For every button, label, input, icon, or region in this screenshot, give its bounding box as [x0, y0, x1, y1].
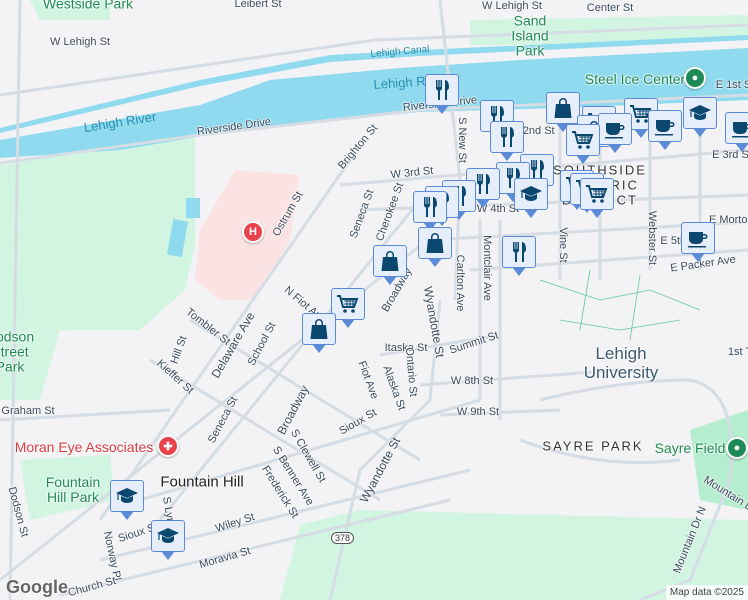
street-label: W 8th St — [450, 375, 494, 387]
street-label: W 9th St — [456, 406, 500, 418]
street-label: Webster St — [646, 210, 658, 266]
route-shield: 378 — [331, 532, 355, 544]
dot-icon: ● — [691, 72, 699, 84]
fork-knife-icon — [501, 127, 514, 147]
street-label: Carlton Ave — [454, 254, 466, 312]
street-label: 1st T — [727, 346, 748, 358]
street-label: Leibert St — [234, 0, 282, 10]
park-label: Fountain Hill Park — [45, 474, 101, 505]
dot-icon: ● — [733, 442, 741, 454]
park-label: Westside Park — [43, 0, 133, 12]
map-attribution[interactable]: Map data ©2025 — [665, 585, 748, 600]
grocery-marker[interactable] — [331, 288, 365, 328]
restaurant-marker[interactable] — [413, 191, 447, 231]
town-label: Fountain Hill — [160, 473, 244, 491]
park-area — [0, 135, 195, 335]
poi-label-lehigh-university[interactable]: Lehigh University — [576, 344, 666, 382]
poi-label-moran-eye-associates[interactable]: Moran Eye Associates — [15, 439, 154, 455]
cafe-marker[interactable] — [681, 222, 715, 262]
restaurant-marker[interactable] — [490, 121, 524, 161]
park-label: Dodson Street Park — [0, 328, 35, 375]
cafe-marker[interactable] — [648, 110, 682, 150]
coffee-cup-icon — [688, 232, 708, 248]
campus-paths — [539, 269, 701, 341]
restaurant-marker[interactable] — [502, 236, 536, 276]
school-marker[interactable] — [151, 520, 185, 560]
shopping-bag-icon — [381, 251, 399, 271]
fork-knife-icon — [436, 80, 449, 100]
poi-label-sayre-field[interactable]: Sayre Field — [655, 440, 726, 456]
street-label: E 1st St — [715, 79, 748, 91]
cafe-marker[interactable] — [598, 113, 632, 153]
shopping-cart-icon — [337, 295, 359, 313]
park-label: Sand Island Park — [511, 12, 549, 59]
grocery-marker[interactable] — [580, 178, 614, 218]
coffee-cup-icon — [655, 120, 675, 136]
shopping-bag-icon — [310, 319, 328, 339]
fork-knife-icon — [424, 197, 437, 217]
shopping-marker[interactable] — [373, 245, 407, 285]
street-label: Center St — [586, 2, 634, 14]
graduation-cap-icon — [520, 186, 542, 201]
hospital-pin[interactable]: H — [242, 221, 264, 243]
shopping-bag-icon — [554, 98, 572, 118]
street-label: Graham St — [1, 405, 55, 417]
poi-label-steel-ice-center[interactable]: Steel Ice Center — [585, 71, 685, 87]
school-marker[interactable] — [514, 178, 548, 218]
coffee-cup-icon — [732, 122, 748, 138]
place-pin-steel-ice-center[interactable]: ● — [684, 67, 706, 89]
shopping-marker[interactable] — [546, 92, 580, 132]
pond — [186, 198, 200, 218]
place-pin-sayre-field[interactable]: ● — [726, 437, 748, 459]
neighborhood-label: SAYRE PARK — [542, 438, 644, 454]
shopping-marker[interactable] — [302, 313, 336, 353]
school-marker[interactable] — [110, 480, 144, 520]
street-label: S New St — [456, 117, 468, 163]
street-label: Vine St — [557, 227, 569, 263]
shopping-cart-icon — [586, 185, 608, 203]
medical-pin[interactable]: ✚ — [157, 435, 179, 457]
shopping-marker[interactable] — [418, 227, 452, 267]
restaurant-marker[interactable] — [425, 74, 459, 114]
graduation-cap-icon — [116, 488, 138, 503]
shopping-cart-icon — [572, 131, 594, 149]
grocery-marker[interactable] — [566, 124, 600, 164]
street-label: W Lehigh St — [482, 0, 542, 12]
street-label: W Lehigh St — [50, 36, 110, 48]
street-label: Montclair Ave — [481, 235, 493, 301]
medical-cross-icon: ✚ — [163, 440, 173, 453]
fork-knife-icon — [513, 242, 526, 262]
shopping-bag-icon — [426, 233, 444, 253]
coffee-cup-icon — [605, 123, 625, 139]
graduation-cap-icon — [157, 528, 179, 543]
school-marker[interactable] — [683, 97, 717, 137]
cafe-marker[interactable] — [725, 112, 748, 152]
google-logo[interactable]: Google — [6, 577, 68, 598]
graduation-cap-icon — [689, 105, 711, 120]
